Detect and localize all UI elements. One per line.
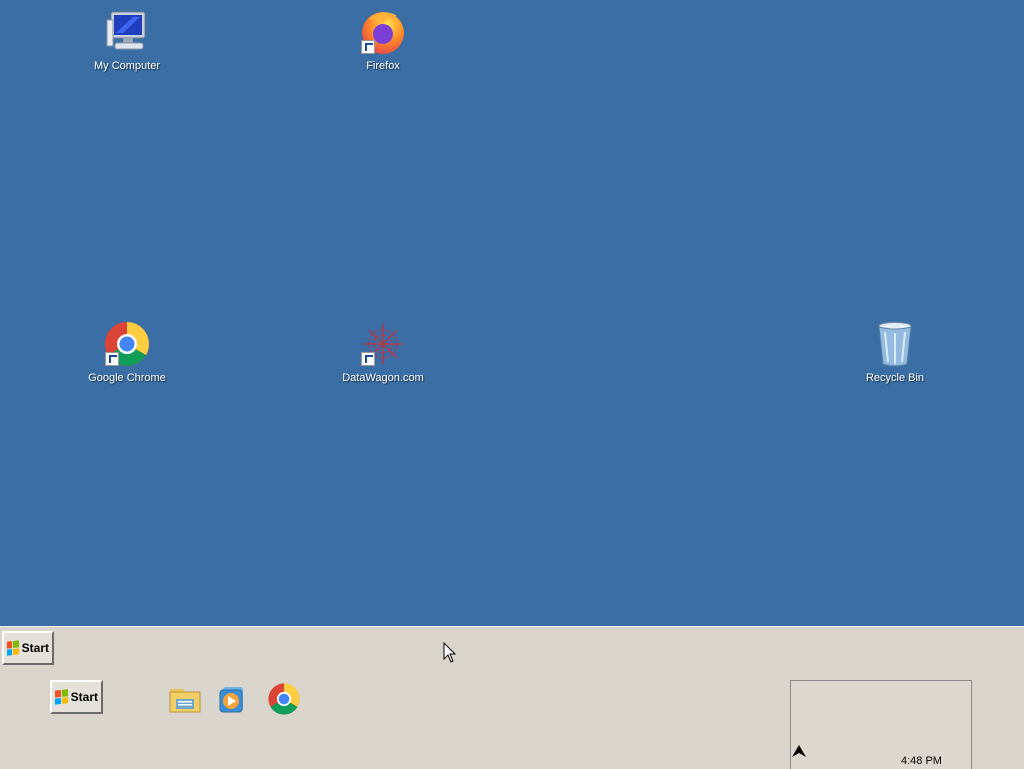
clock[interactable]: 4:48 PM xyxy=(901,755,942,767)
computer-icon xyxy=(103,8,151,56)
icon-label: My Computer xyxy=(93,60,161,72)
desktop-icon-datawagon[interactable]: DataWagon.com xyxy=(328,320,438,384)
start-button-top[interactable]: Start xyxy=(2,631,54,665)
chrome-taskbar-icon[interactable] xyxy=(267,682,301,716)
shortcut-arrow-icon xyxy=(105,352,119,366)
recycle-bin-icon xyxy=(871,320,919,368)
system-tray: 4:48 PM xyxy=(790,680,972,769)
shortcut-arrow-icon xyxy=(361,352,375,366)
start-label: Start xyxy=(21,641,49,655)
windows-flag-icon xyxy=(55,689,68,705)
desktop-icon-my-computer[interactable]: My Computer xyxy=(72,8,182,72)
file-explorer-icon[interactable] xyxy=(168,683,202,717)
icon-label: Firefox xyxy=(366,60,400,72)
icon-label: Recycle Bin xyxy=(865,372,925,384)
tray-expand-icon[interactable] xyxy=(791,739,807,759)
media-player-icon[interactable] xyxy=(217,683,251,717)
start-label: Start xyxy=(70,690,98,704)
desktop-icon-firefox[interactable]: Firefox xyxy=(328,8,438,72)
chrome-icon xyxy=(103,320,151,368)
icon-label: DataWagon.com xyxy=(342,372,424,384)
start-button-bottom[interactable]: Start xyxy=(50,680,103,714)
taskbar: Start Start 4:48 PM xyxy=(0,626,1024,769)
datawagon-icon xyxy=(359,320,407,368)
mouse-cursor-icon xyxy=(443,641,457,664)
desktop: My Computer Firefox Google Chrome DataWa… xyxy=(0,0,1024,626)
shortcut-arrow-icon xyxy=(361,40,375,54)
windows-flag-icon xyxy=(7,640,19,656)
desktop-icon-recycle-bin[interactable]: Recycle Bin xyxy=(840,320,950,384)
desktop-icon-google-chrome[interactable]: Google Chrome xyxy=(72,320,182,384)
firefox-icon xyxy=(359,8,407,56)
icon-label: Google Chrome xyxy=(88,372,166,384)
